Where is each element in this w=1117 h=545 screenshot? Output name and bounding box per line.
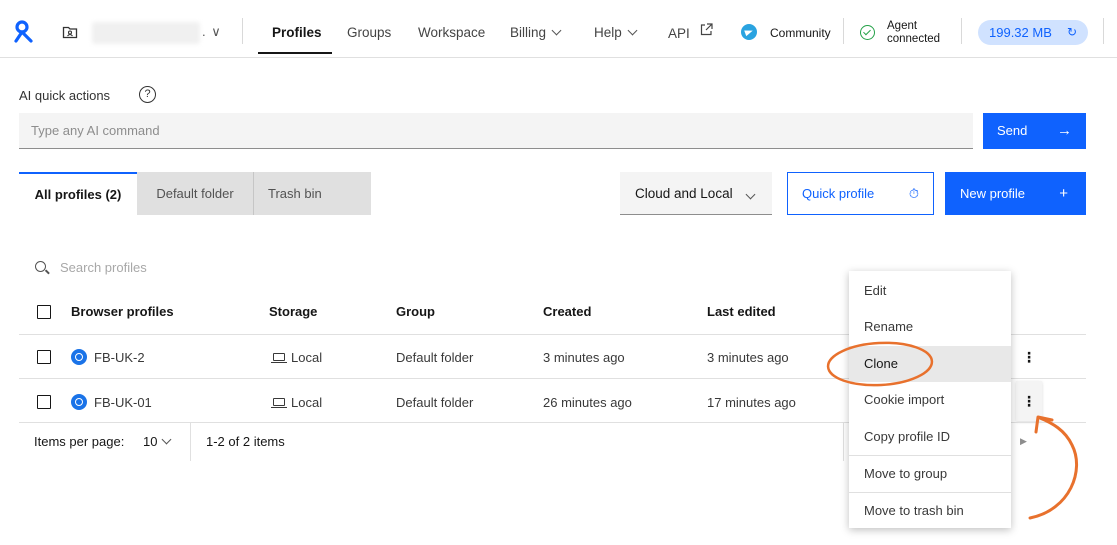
agent-status-line1: Agent — [887, 20, 918, 32]
ai-command-input[interactable] — [19, 113, 973, 149]
workspace-folder-icon[interactable] — [62, 24, 78, 40]
tab-trash-bin[interactable]: Trash bin — [254, 172, 371, 215]
column-header-last-edited[interactable]: Last edited — [707, 304, 776, 319]
storage-filter-dropdown[interactable]: Cloud and Local — [620, 172, 772, 215]
profile-created: 3 minutes ago — [543, 350, 625, 365]
row-actions-menu-icon[interactable]: ⋮ — [1016, 381, 1042, 421]
profile-name[interactable]: FB-UK-2 — [94, 350, 145, 365]
pagination-range: 1-2 of 2 items — [206, 434, 285, 449]
divider — [1103, 18, 1104, 44]
new-profile-label: New profile — [960, 186, 1026, 201]
profile-storage: Local — [291, 350, 323, 365]
nav-api-label: API — [668, 26, 690, 41]
nav-workspace[interactable]: Workspace — [418, 25, 485, 40]
profile-last-edited: 3 minutes ago — [707, 350, 789, 365]
divider — [843, 423, 844, 461]
divider — [242, 18, 243, 44]
column-header-group[interactable]: Group — [396, 304, 435, 319]
external-link-icon — [700, 23, 713, 36]
profile-name[interactable]: FB-UK-01 — [94, 395, 152, 410]
tab-default-folder[interactable]: Default folder — [137, 172, 254, 215]
agent-connected-icon — [860, 25, 875, 40]
laptop-icon — [271, 353, 287, 364]
quick-profile-button[interactable]: Quick profile ⏱ — [787, 172, 934, 215]
app-logo-icon[interactable] — [12, 20, 36, 44]
search-profiles-input[interactable] — [60, 256, 360, 278]
chevron-down-icon — [551, 25, 562, 36]
menu-item-rename[interactable]: Rename — [849, 309, 1011, 345]
new-profile-button[interactable]: New profile + — [945, 172, 1086, 215]
row-checkbox[interactable] — [37, 350, 51, 364]
workspace-name-redacted[interactable] — [92, 22, 200, 44]
nav-api[interactable]: API — [668, 23, 713, 41]
chevron-down-icon — [745, 189, 756, 200]
next-page-icon[interactable]: ▶ — [1020, 436, 1027, 447]
memory-usage-badge[interactable]: 199.32 MB ↻ — [978, 20, 1088, 45]
chrome-browser-icon — [71, 394, 87, 410]
menu-item-move-to-group[interactable]: Move to group — [849, 456, 1011, 492]
menu-item-edit[interactable]: Edit — [849, 273, 1011, 309]
chrome-browser-icon — [71, 349, 87, 365]
divider — [961, 18, 962, 44]
menu-item-move-to-trash[interactable]: Move to trash bin — [849, 493, 1011, 529]
menu-item-clone[interactable]: Clone — [849, 346, 1011, 382]
telegram-icon[interactable] — [741, 24, 757, 40]
row-checkbox[interactable] — [37, 395, 51, 409]
agent-status: Agent connected — [887, 20, 940, 46]
search-icon — [35, 261, 46, 272]
profile-context-menu: Edit Rename Clone Cookie import Copy pro… — [849, 271, 1011, 528]
community-link[interactable]: Community — [770, 26, 831, 40]
column-header-browser-profiles[interactable]: Browser profiles — [71, 304, 174, 319]
tab-all-profiles[interactable]: All profiles (2) — [19, 172, 137, 215]
workspace-dropdown-caret[interactable]: . ∨ — [202, 24, 222, 40]
send-button[interactable]: Send → — [983, 113, 1086, 149]
select-all-checkbox[interactable] — [37, 305, 51, 319]
profile-created: 26 minutes ago — [543, 395, 632, 410]
help-icon[interactable]: ? — [139, 86, 156, 103]
plus-icon: + — [1059, 185, 1068, 202]
nav-profiles[interactable]: Profiles — [272, 25, 322, 40]
column-header-storage[interactable]: Storage — [269, 304, 317, 319]
items-per-page-value: 10 — [143, 434, 158, 449]
row-actions-menu-icon[interactable]: ⋮ — [1016, 337, 1042, 377]
top-navigation: . ∨ Profiles Groups Workspace Billing He… — [0, 0, 1117, 58]
storage-filter-value: Cloud and Local — [635, 186, 733, 201]
profile-group: Default folder — [396, 350, 474, 365]
divider — [843, 18, 844, 44]
items-per-page-select[interactable]: 10 — [143, 434, 172, 449]
pointer-arrow — [1028, 416, 1078, 520]
nav-groups[interactable]: Groups — [347, 25, 391, 40]
menu-item-cookie-import[interactable]: Cookie import — [849, 382, 1011, 418]
nav-billing-label: Billing — [510, 25, 547, 40]
arrow-right-icon: → — [1057, 122, 1072, 139]
profile-storage: Local — [291, 395, 323, 410]
chevron-down-icon — [162, 434, 172, 445]
nav-help[interactable]: Help — [594, 25, 638, 40]
column-header-created[interactable]: Created — [543, 304, 591, 319]
laptop-icon — [271, 398, 287, 409]
timer-icon: ⏱ — [908, 186, 919, 201]
memory-usage-value: 199.32 MB — [989, 25, 1052, 40]
quick-profile-label: Quick profile — [802, 186, 875, 201]
nav-help-label: Help — [594, 25, 622, 40]
refresh-icon[interactable]: ↻ — [1067, 20, 1077, 45]
nav-active-indicator — [258, 52, 332, 54]
profile-last-edited: 17 minutes ago — [707, 395, 796, 410]
ai-quick-actions-label: AI quick actions — [19, 88, 111, 103]
menu-item-copy-profile-id[interactable]: Copy profile ID — [849, 419, 1011, 455]
profile-group: Default folder — [396, 395, 474, 410]
chevron-down-icon — [627, 25, 638, 36]
send-button-label: Send — [997, 123, 1028, 138]
items-per-page-label: Items per page: — [34, 434, 125, 449]
nav-billing[interactable]: Billing — [510, 25, 562, 40]
divider — [190, 423, 191, 461]
agent-status-line2: connected — [887, 33, 941, 45]
